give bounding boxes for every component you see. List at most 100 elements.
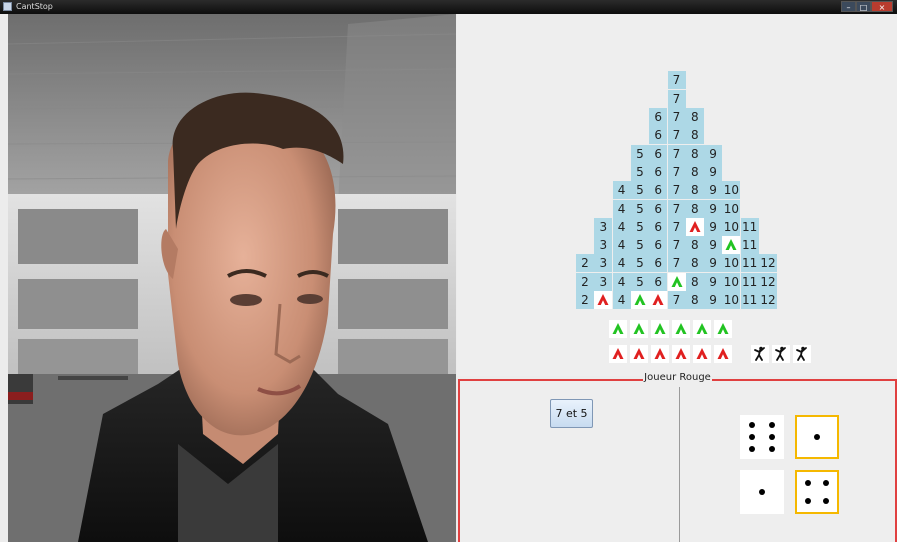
selected-die[interactable] (795, 470, 839, 514)
column-cell: 6 (649, 217, 668, 236)
red-pawn-reserve-slot (609, 345, 627, 363)
column-cell: 7 (667, 181, 686, 200)
column-number-label: 4 (617, 219, 626, 234)
window-title: CantStop (16, 2, 53, 11)
column-cell: 11 (740, 291, 759, 309)
minimize-button[interactable]: – (841, 1, 856, 12)
column-cell: 9 (704, 162, 723, 181)
column-number-label: 9 (709, 274, 717, 289)
column-cell: 4 (612, 236, 631, 255)
column-cell: 4 (612, 272, 631, 291)
climber-token (751, 345, 769, 363)
column-number-label: 8 (690, 164, 699, 179)
column-number-label: 4 (617, 274, 626, 289)
column-cell: 6 (649, 108, 668, 126)
column-cell: 8 (685, 162, 704, 181)
column-cell: 5 (630, 254, 649, 273)
avatar-scene-render (8, 14, 456, 542)
selected-die[interactable] (795, 415, 839, 459)
pawn-cell (594, 291, 613, 309)
column-cell: 8 (685, 199, 704, 218)
green-pawn-reserve-slot (672, 320, 690, 338)
green-pawn-reserve-slot (630, 320, 648, 338)
column-cell: 4 (612, 254, 631, 273)
dice-choice-button[interactable]: 7 et 5 (550, 399, 593, 428)
column-cell: 5 (630, 181, 649, 200)
title-bar: CantStop – □ × (0, 0, 897, 14)
window-controls: – □ × (841, 1, 893, 12)
column-cell: 4 (612, 181, 631, 200)
column-cell: 9 (704, 217, 723, 236)
column-cell: 5 (630, 199, 649, 218)
app-icon (3, 2, 12, 11)
column-cell: 7 (667, 236, 686, 255)
column-cell: 11 (740, 254, 759, 273)
column-number-label: 8 (690, 238, 699, 253)
column-number-label: 7 (672, 238, 681, 253)
column-number-label: 2 (581, 293, 589, 307)
column-cell: 3 (594, 236, 613, 255)
close-button[interactable]: × (871, 1, 893, 12)
green-pawn-icon (696, 323, 708, 334)
column-number-label: 3 (599, 219, 608, 234)
column-number-label: 3 (599, 274, 608, 289)
column-number-label: 9 (709, 293, 717, 307)
player-name-label: Joueur Rouge (643, 372, 712, 383)
maximize-button[interactable]: □ (856, 1, 871, 12)
column-cell: 5 (630, 272, 649, 291)
column-number-label: 6 (654, 110, 662, 124)
green-pawn-reserve-slot (651, 320, 669, 338)
red-pawn-icon (654, 348, 666, 359)
column-cell: 9 (704, 199, 723, 218)
column-cell: 10 (722, 272, 741, 291)
column-cell: 2 (576, 254, 594, 273)
column-cell: 8 (685, 272, 704, 291)
green-pawn-icon (634, 294, 646, 305)
die-pip (814, 434, 820, 440)
column-cell: 8 (685, 254, 704, 273)
game-board: 2223333444444455555555666666666677777777… (457, 14, 897, 376)
column-cell: 2 (576, 272, 594, 291)
green-pawn-reserve-slot (609, 320, 627, 338)
pawn-cell (630, 291, 649, 309)
column-number-label: 5 (636, 274, 644, 289)
green-pawn-icon (654, 323, 666, 334)
column-cell: 8 (685, 108, 704, 126)
column-cell: 4 (612, 217, 631, 236)
column-cell: 9 (704, 291, 723, 309)
column-number-label: 4 (617, 256, 626, 271)
die[interactable] (740, 415, 784, 459)
column-number-label: 7 (672, 146, 681, 161)
red-pawn-icon (675, 348, 687, 359)
column-number-label: 4 (617, 183, 626, 198)
column-cell: 7 (667, 108, 686, 126)
panel-divider (679, 387, 680, 542)
column-cell: 10 (722, 291, 741, 309)
column-cell: 8 (685, 236, 704, 255)
green-pawn-reserve-slot (693, 320, 711, 338)
die[interactable] (740, 470, 784, 514)
column-number-label: 10 (723, 293, 740, 307)
column-number-label: 7 (672, 164, 681, 179)
red-pawn-reserve-slot (672, 345, 690, 363)
column-cell: 8 (685, 181, 704, 200)
column-number-label: 10 (723, 201, 740, 216)
column-cell: 9 (704, 272, 723, 291)
column-number-label: 8 (690, 256, 699, 271)
die-pip (769, 434, 776, 440)
column-cell: 11 (740, 272, 759, 291)
column-number-label: 3 (599, 256, 608, 271)
column-number-label: 11 (742, 219, 758, 234)
column-number-label: 9 (709, 201, 717, 216)
column-number-label: 2 (581, 274, 589, 289)
column-number-label: 10 (723, 274, 740, 289)
column-cell: 7 (667, 254, 686, 273)
column-number-label: 10 (723, 219, 740, 234)
column-number-label: 7 (672, 183, 681, 198)
column-cell: 12 (759, 291, 777, 309)
die-pip (769, 446, 776, 453)
column-cell: 9 (704, 181, 723, 200)
column-number-label: 5 (636, 201, 644, 216)
column-number-label: 6 (654, 128, 662, 143)
green-pawn-icon (675, 323, 687, 334)
